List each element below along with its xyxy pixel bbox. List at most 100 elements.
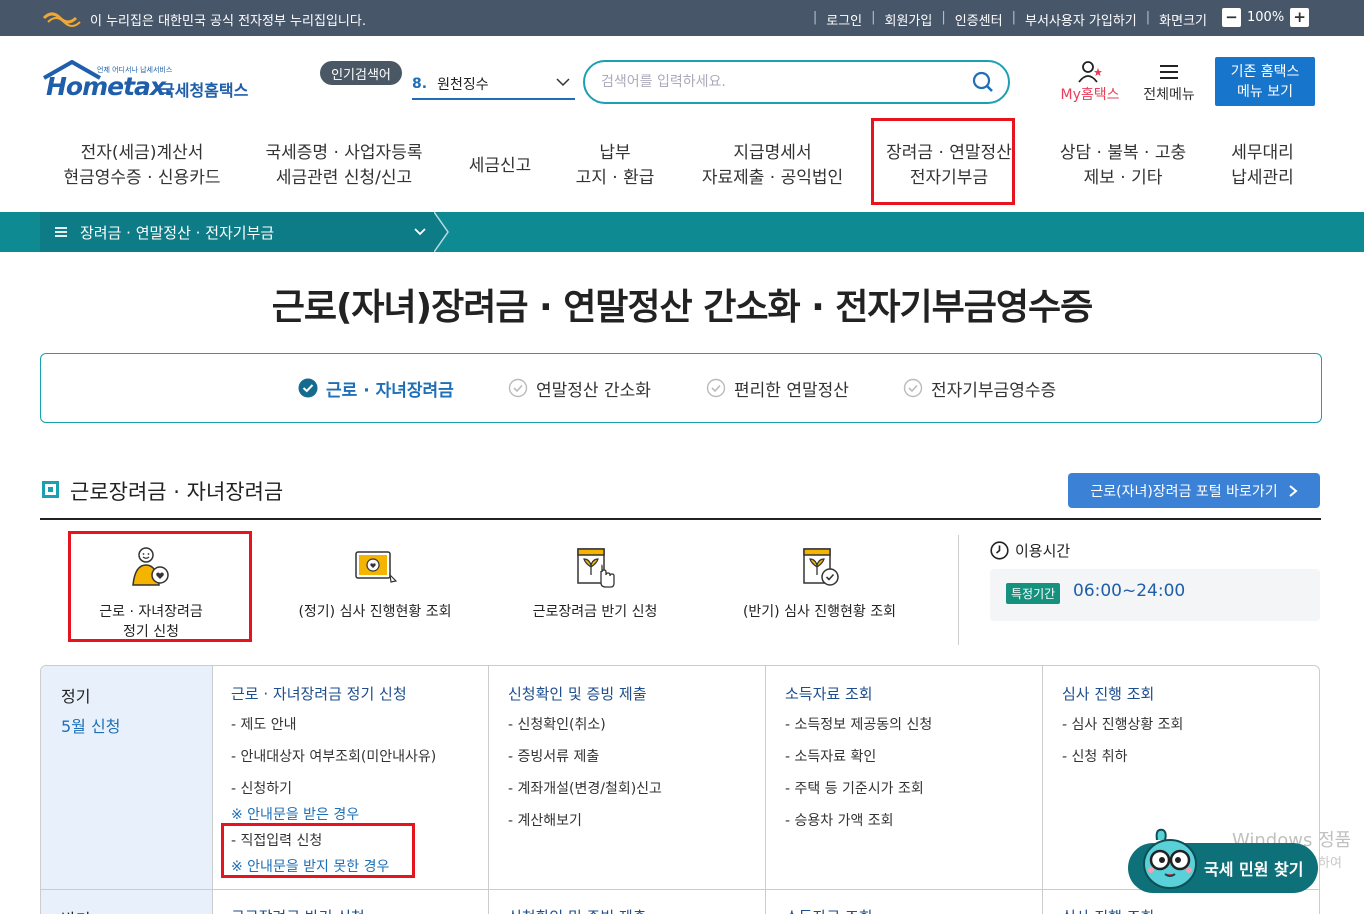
logo-wordmark: Hometax. (46, 72, 175, 101)
grid-row-header-regular: 정기 5월 신청 (41, 666, 212, 889)
gov-notice-bar: 이 누리집은 대한민국 공식 전자정부 누리집입니다. | 로그인 | 회원가입… (0, 0, 1364, 36)
menu-icon (55, 227, 67, 237)
all-menu-button[interactable]: 전체메뉴 (1138, 60, 1200, 104)
tab-donation-receipt[interactable]: 전자기부금영수증 (903, 376, 1056, 401)
gov-notice-text: 이 누리집은 대한민국 공식 전자정부 누리집입니다. (90, 14, 366, 29)
highlight-box-direct-input (221, 823, 415, 878)
menu-link[interactable]: - 증빙서류 제출 (508, 746, 662, 766)
menu-link[interactable]: - 소득자료 확인 (785, 746, 932, 766)
popular-rank: 8. (412, 76, 428, 92)
sub-nav-dropdown[interactable]: 장려금 · 연말정산 · 전자기부금 (40, 212, 435, 252)
menu-link[interactable]: - 안내대상자 여부조회(미안내사유) (231, 746, 436, 766)
gnb-consultation[interactable]: 상담 · 불복 · 고충 제보 · 기타 (1048, 140, 1198, 192)
my-hometax-button[interactable]: My홈택스 (1054, 60, 1126, 104)
signup-link[interactable]: 회원가입 (885, 10, 933, 29)
zoom-control: − 100% + (1222, 8, 1310, 27)
sub-nav-label: 장려금 · 연말정산 · 전자기부금 (80, 223, 275, 242)
grid-col-review-status: 심사 진행 조회 - 심사 진행상황 조회 - 신청 취하 (1062, 683, 1183, 766)
grid-row-header-half: 반기 (41, 890, 212, 914)
menu-link[interactable]: - 심사 진행상황 조회 (1062, 714, 1183, 734)
col-title-link[interactable]: 근로장려금 반기 신청 (231, 906, 365, 914)
mascot-icon (1143, 828, 1197, 889)
menu-link[interactable]: - 신청하기 (231, 778, 436, 798)
highlight-box-shortcut (68, 531, 252, 642)
my-hometax-label: My홈택스 (1060, 87, 1120, 103)
menu-link[interactable]: - 계산해보기 (508, 810, 662, 830)
menu-link[interactable]: - 소득정보 제공동의 신청 (785, 714, 932, 734)
breadcrumb-arrow-icon (434, 212, 449, 252)
user-icon (1078, 61, 1102, 83)
tab-incentive[interactable]: 근로 · 자녀장려금 (298, 376, 454, 401)
all-menu-label: 전체메뉴 (1143, 87, 1195, 103)
tab-convenient-year-end[interactable]: 편리한 연말정산 (706, 376, 849, 401)
document-check-icon (802, 548, 839, 586)
zoom-in-button[interactable]: + (1290, 8, 1310, 27)
grid-col-confirmation: 신청확인 및 증빙 제출 - 신청확인(취소) - 증빙서류 제출 - 계좌개설… (508, 683, 662, 830)
gnb-tax-agent[interactable]: 세무대리 납세관리 (1215, 140, 1310, 192)
section-title: 근로장려금 · 자녀장려금 (70, 480, 284, 504)
portal-shortcut-button[interactable]: 근로(자녀)장려금 포털 바로가기 (1068, 473, 1320, 508)
monitor-heart-icon (355, 551, 397, 583)
col-title-link[interactable]: 신청확인 및 증빙 제출 (508, 906, 647, 914)
popular-term: 원천징수 (437, 77, 489, 93)
shortcut-divider (958, 535, 959, 645)
legacy-menu-button[interactable]: 기존 홈택스 메뉴 보기 (1215, 57, 1315, 106)
service-hours-time: 06:00~24:00 (1073, 581, 1186, 601)
search-box (583, 60, 1010, 104)
document-plant-hand-icon (577, 548, 615, 588)
section-bullet-icon (42, 481, 59, 498)
gnb-tax-return[interactable]: 세금신고 (455, 140, 545, 192)
search-icon[interactable] (972, 71, 994, 93)
service-hours-label: 이용시간 (990, 540, 1070, 561)
page-title: 근로(자녀)장려금 · 연말정산 간소화 · 전자기부금영수증 (271, 287, 1094, 328)
gnb-certificate[interactable]: 국세증명 · 사업자등록 세금관련 신청/신고 (254, 140, 434, 192)
col-title-link[interactable]: 심사 진행 조회 (1062, 683, 1183, 704)
gnb-e-invoice[interactable]: 전자(세금)계산서 현금영수증 · 신용카드 (52, 140, 232, 192)
menu-link[interactable]: - 제도 안내 (231, 714, 436, 734)
dept-user-signup-link[interactable]: 부서사용자 가입하기 (1025, 10, 1137, 29)
tab-year-end-simplified[interactable]: 연말정산 간소화 (508, 376, 651, 401)
screen-size-label: 화면크기 (1159, 14, 1207, 29)
chevron-down-icon (414, 228, 426, 236)
shortcut-half-year-application[interactable]: 근로장려금 반기 신청 (515, 545, 675, 640)
chevron-right-icon (1288, 484, 1298, 497)
grid-row-divider (41, 889, 1319, 890)
chevron-down-icon (556, 78, 570, 87)
section-divider (40, 518, 1321, 520)
col-title-link[interactable]: 신청확인 및 증빙 제출 (508, 683, 662, 704)
hometax-logo[interactable]: 언제 어디서나 납세서비스 Hometax. 국세청홈택스 (42, 60, 272, 105)
logo-subtitle: 국세청홈택스 (160, 81, 249, 100)
col-title-link[interactable]: 근로 · 자녀장려금 정기 신청 (231, 683, 436, 704)
col-title-link[interactable]: 소득자료 조회 (785, 683, 932, 704)
check-circle-icon (706, 378, 726, 398)
tab-bar (40, 353, 1322, 423)
popular-search-badge: 인기검색어 (320, 61, 402, 85)
popular-search-dropdown[interactable]: 8. 원천징수 (412, 70, 575, 100)
menu-note: ※ 안내문을 받은 경우 (231, 807, 360, 823)
clock-icon (990, 541, 1009, 560)
highlight-box-gnb (871, 118, 1015, 205)
shortcut-regular-review-status[interactable]: (정기) 심사 진행현황 조회 (285, 545, 465, 640)
zoom-level: 100% (1247, 10, 1285, 25)
menu-link[interactable]: - 신청 취하 (1062, 746, 1183, 766)
hamburger-icon (1160, 65, 1178, 79)
service-hours-box: 특정기간 06:00~24:00 (990, 569, 1320, 621)
menu-link[interactable]: - 승용차 가액 조회 (785, 810, 932, 830)
col-title-link[interactable]: 심사 진행 조회 (1062, 906, 1154, 914)
gov-links: | 로그인 | 회원가입 | 인증센터 | 부서사용자 가입하기 | 화면크기 (812, 10, 1207, 29)
cert-center-link[interactable]: 인증센터 (955, 10, 1003, 29)
gov-emblem-icon (42, 12, 81, 27)
check-circle-icon (298, 378, 318, 398)
menu-link[interactable]: - 주택 등 기준시가 조회 (785, 778, 932, 798)
zoom-out-button[interactable]: − (1222, 8, 1241, 27)
gnb-payment-statement[interactable]: 지급명세서 자료제출 · 공익법인 (690, 140, 855, 192)
check-circle-icon (903, 378, 923, 398)
menu-link[interactable]: - 계좌개설(변경/철회)신고 (508, 778, 662, 798)
check-circle-icon (508, 378, 528, 398)
menu-link[interactable]: - 신청확인(취소) (508, 714, 662, 734)
shortcut-half-year-review-status[interactable]: (반기) 심사 진행현황 조회 (727, 545, 912, 640)
col-title-link[interactable]: 소득자료 조회 (785, 906, 873, 914)
search-input[interactable] (601, 71, 961, 93)
login-link[interactable]: 로그인 (826, 10, 862, 29)
gnb-payment[interactable]: 납부 고지 · 환급 (565, 140, 665, 192)
